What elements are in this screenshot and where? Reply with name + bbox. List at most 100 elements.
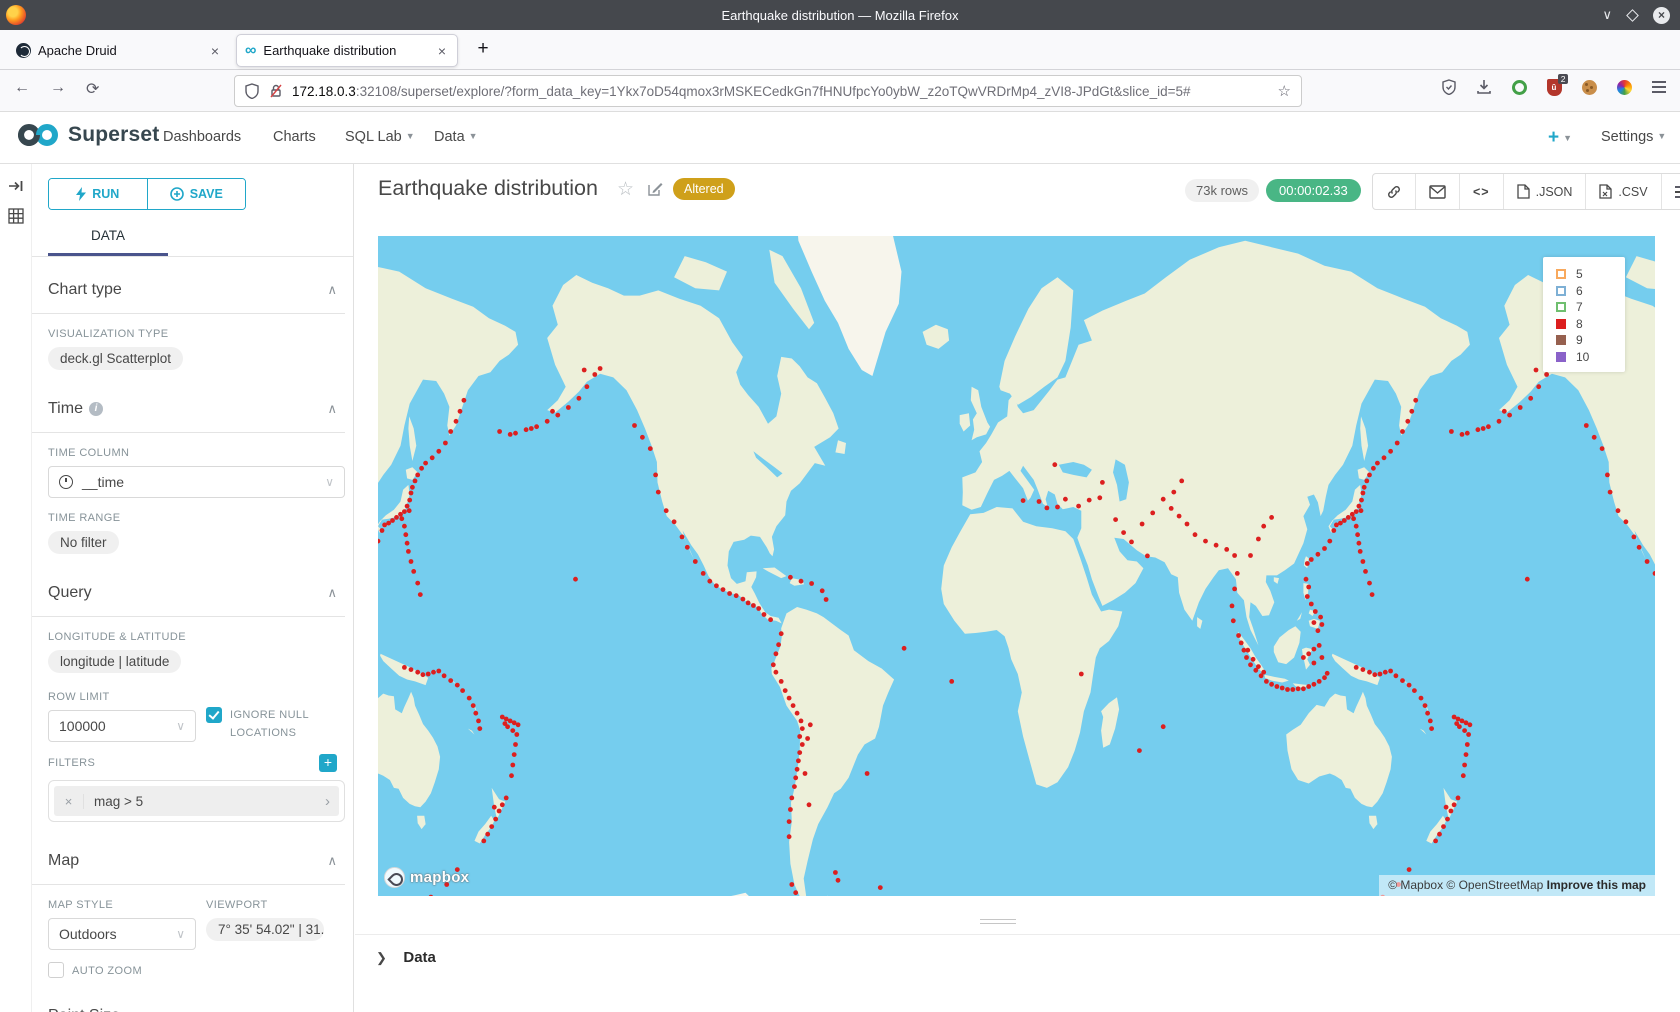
resize-drag-handle[interactable] <box>980 919 1016 927</box>
url-host: 172.18.0.3 <box>292 84 356 99</box>
download-icon[interactable] <box>1475 78 1493 96</box>
reload-icon[interactable]: ⟳ <box>86 79 99 99</box>
cookie-extension-icon[interactable] <box>1580 78 1598 96</box>
legend-label: 9 <box>1576 333 1583 347</box>
email-button[interactable] <box>1416 174 1460 209</box>
insecure-lock-icon[interactable] <box>269 83 283 99</box>
legend-item[interactable]: 6 <box>1556 283 1625 300</box>
tab-label: Earthquake distribution <box>263 43 434 58</box>
deckgl-scatter-map[interactable]: 5678910 mapbox © Mapbox © OpenStreetMap … <box>378 236 1655 896</box>
viewport-label: VIEWPORT <box>206 899 345 911</box>
chevron-right-icon[interactable]: › <box>325 793 339 810</box>
legend-swatch <box>1556 352 1566 362</box>
filter-chip[interactable]: × mag > 5 › <box>54 786 339 816</box>
auto-zoom-checkbox[interactable] <box>48 962 64 978</box>
adblock-shield-icon[interactable]: ū2 <box>1545 78 1563 96</box>
url-bar[interactable]: 172.18.0.3 :32108/superset/explore/?form… <box>234 75 1302 107</box>
lonlat-value[interactable]: longitude | latitude <box>48 650 181 673</box>
window-title: Earthquake distribution — Mozilla Firefo… <box>0 8 1680 23</box>
legend-item[interactable]: 10 <box>1556 349 1625 366</box>
legend-swatch <box>1556 286 1566 296</box>
tab-close-icon[interactable]: × <box>435 43 449 59</box>
nav-settings[interactable]: Settings▼ <box>1601 129 1666 145</box>
chevron-up-icon: ∧ <box>327 585 337 601</box>
visualization-type-value[interactable]: deck.gl Scatterplot <box>48 347 183 370</box>
export-json-button[interactable]: .JSON <box>1504 174 1587 209</box>
druid-favicon <box>16 43 31 58</box>
ignore-null-checkbox[interactable] <box>206 707 222 723</box>
legend-item[interactable]: 8 <box>1556 316 1625 333</box>
row-limit-select[interactable]: 100000 ∨ <box>48 710 196 742</box>
data-panel-title: Data <box>403 949 436 966</box>
explore-control-panel: RUN SAVE DATA Chart type ∧ VISUALIZATION… <box>32 164 354 1012</box>
share-link-button[interactable] <box>1373 174 1416 209</box>
chevron-down-icon: ▼ <box>1563 133 1572 143</box>
nav-charts[interactable]: Charts <box>273 129 316 145</box>
add-new-button[interactable]: +▼ <box>1548 127 1572 149</box>
legend-item[interactable]: 9 <box>1556 332 1625 349</box>
collapse-panel-icon[interactable] <box>8 178 31 194</box>
chart-actions-toolbar: <> .JSON .CSV <box>1372 173 1680 210</box>
query-timer-badge: 00:00:02.33 <box>1266 179 1361 202</box>
superset-logo[interactable]: Superset <box>16 122 159 148</box>
remove-filter-icon[interactable]: × <box>54 794 84 809</box>
map-style-select[interactable]: Outdoors ∨ <box>48 918 196 950</box>
close-window-icon[interactable]: × <box>1653 7 1670 24</box>
map-legend: 56789 10 <box>1543 257 1625 372</box>
favorite-star-icon[interactable]: ☆ <box>617 178 634 201</box>
time-column-select[interactable]: __time ∨ <box>48 466 345 498</box>
new-tab-button[interactable]: + <box>470 38 496 60</box>
improve-map-link[interactable]: Improve this map <box>1547 878 1646 892</box>
brand-wordmark: Superset <box>68 123 159 147</box>
export-csv-button[interactable]: .CSV <box>1586 174 1661 209</box>
embed-code-button[interactable]: <> <box>1460 174 1504 209</box>
tab-apache-druid[interactable]: Apache Druid × <box>8 34 230 67</box>
legend-item[interactable]: 7 <box>1556 299 1625 316</box>
tab-data[interactable]: DATA <box>48 228 168 256</box>
tab-bar: Apache Druid × ∞ Earthquake distribution… <box>0 30 1680 70</box>
run-button[interactable]: RUN <box>49 179 147 209</box>
time-range-label: TIME RANGE <box>48 512 345 524</box>
nav-data[interactable]: Data▼ <box>434 129 478 145</box>
time-range-value[interactable]: No filter <box>48 531 119 554</box>
color-asterisk-extension-icon[interactable] <box>1615 78 1633 96</box>
dataset-grid-icon[interactable] <box>8 208 31 224</box>
extension-green-icon[interactable] <box>1510 78 1528 96</box>
mapbox-logo[interactable]: mapbox <box>384 867 469 888</box>
nav-dashboards[interactable]: Dashboards <box>163 129 241 145</box>
forward-icon[interactable]: → <box>50 79 66 97</box>
minimize-icon[interactable]: ∨ <box>1602 7 1612 23</box>
altered-badge[interactable]: Altered <box>673 178 735 200</box>
more-options-icon[interactable] <box>1662 174 1680 209</box>
attribution-text[interactable]: © Mapbox © OpenStreetMap <box>1388 878 1543 892</box>
lonlat-label: LONGITUDE & LATITUDE <box>48 631 345 643</box>
shield-icon[interactable] <box>245 83 259 99</box>
add-filter-button[interactable]: + <box>319 754 337 772</box>
legend-item[interactable]: 5 <box>1556 266 1625 283</box>
save-button[interactable]: SAVE <box>147 179 246 209</box>
section-point-size[interactable]: Point Size ∨ <box>48 1007 337 1012</box>
section-query[interactable]: Query ∧ <box>48 584 337 602</box>
section-chart-type[interactable]: Chart type ∧ <box>48 281 337 299</box>
data-results-collapse[interactable]: ❯ Data <box>355 934 1680 967</box>
section-time[interactable]: Time i ∧ <box>48 400 337 418</box>
viewport-value[interactable]: 7° 35' 54.02" | 31... <box>206 918 324 941</box>
edit-properties-icon[interactable] <box>647 181 663 197</box>
chevron-down-icon: ▼ <box>406 131 415 141</box>
left-icon-rail <box>0 164 32 1012</box>
back-icon[interactable]: ← <box>14 79 30 97</box>
bookmark-star-icon[interactable]: ☆ <box>1278 82 1291 100</box>
nav-sql-lab[interactable]: SQL Lab▼ <box>345 129 415 145</box>
section-map[interactable]: Map ∧ <box>48 852 337 870</box>
filter-expression: mag > 5 <box>84 794 325 809</box>
tab-earthquake-distribution[interactable]: ∞ Earthquake distribution × <box>236 34 458 67</box>
legend-swatch <box>1556 335 1566 345</box>
chevron-up-icon: ∧ <box>327 853 337 869</box>
protections-shield-icon[interactable] <box>1440 78 1458 96</box>
info-icon[interactable]: i <box>89 402 103 416</box>
tab-close-icon[interactable]: × <box>208 43 222 59</box>
maximize-icon[interactable] <box>1626 9 1639 22</box>
menu-hamburger-icon[interactable] <box>1650 78 1668 96</box>
mapbox-icon <box>384 867 405 888</box>
chevron-down-icon: ▼ <box>1657 131 1666 141</box>
